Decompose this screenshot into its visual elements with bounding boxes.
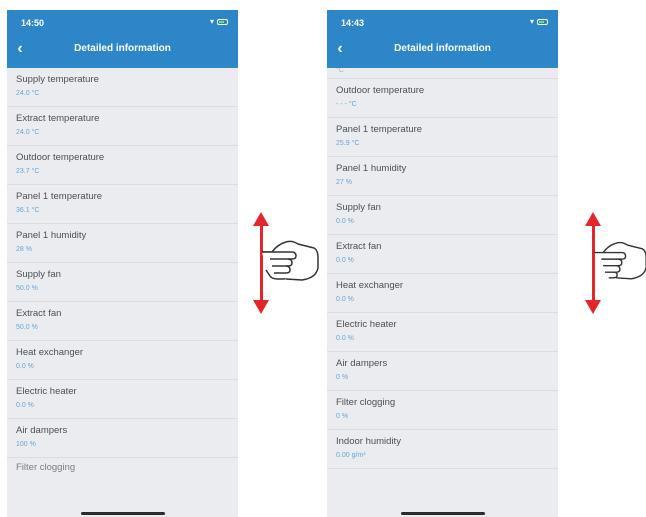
app-header: 14:43 ▾ ‹ Detailed information — [327, 10, 558, 68]
item-label: Heat exchanger — [16, 347, 84, 358]
item-value: 50.0 % — [16, 285, 38, 292]
item-value: 0.0 % — [16, 402, 34, 409]
item-value: 36.1 °C — [16, 207, 40, 214]
item-label: Heat exchanger — [336, 280, 404, 291]
item-value: 25.9 °C — [336, 140, 360, 147]
item-label: Extract temperature — [16, 113, 100, 124]
item-value: 24.0 °C — [16, 129, 40, 136]
item-value: 100 % — [16, 441, 36, 448]
list-item: Outdoor temperature 23.7 °C — [7, 146, 238, 185]
item-value: 0.0 % — [336, 257, 354, 264]
item-value: 0 % — [336, 374, 349, 381]
item-label: Indoor humidity — [336, 436, 401, 447]
arrow-down-icon — [585, 300, 601, 314]
item-label: Supply temperature — [16, 74, 99, 85]
page-title: Detailed information — [74, 43, 171, 54]
detail-list[interactable]: Supply temperature 24.0 °C Extract tempera… — [7, 68, 238, 472]
item-label: Extract fan — [336, 241, 382, 252]
item-label: Air dampers — [16, 425, 68, 436]
wifi-icon: ▾ — [529, 17, 534, 26]
wifi-icon: ▾ — [209, 17, 214, 26]
list-item: Supply fan 50.0 % — [7, 263, 238, 302]
item-label: Outdoor temperature — [336, 85, 425, 96]
item-value: 0.00 g/m³ — [336, 452, 366, 459]
list-item: Panel 1 humidity 28 % — [7, 224, 238, 263]
item-value: 23.7 °C — [16, 168, 40, 175]
list-item-partial: °C — [327, 68, 558, 79]
page-title: Detailed information — [394, 43, 491, 54]
swipe-hand-icon — [262, 240, 319, 281]
list-item: Heat exchanger 0.0 % — [7, 341, 238, 380]
item-value: 0.0 % — [16, 363, 34, 370]
home-indicator — [400, 512, 485, 515]
item-value: 28 % — [16, 246, 32, 253]
item-value: 27 % — [336, 179, 352, 186]
item-value: - - - °C — [336, 101, 357, 108]
item-value: 50.0 % — [16, 324, 38, 331]
item-label: Electric heater — [16, 386, 77, 397]
battery-icon — [537, 18, 548, 25]
status-icons: ▾ — [530, 17, 548, 26]
list-item: Electric heater 0.0 % — [327, 313, 558, 352]
status-time: 14:43 — [341, 18, 365, 28]
battery-icon — [217, 18, 228, 25]
list-item: Indoor humidity 0.00 g/m³ — [327, 430, 558, 469]
list-item: Electric heater 0.0 % — [7, 380, 238, 419]
item-label: Panel 1 temperature — [16, 191, 103, 202]
item-value: 0.0 % — [336, 296, 354, 303]
detail-list[interactable]: °C Outdoor temperature - - - °C Panel 1 tem… — [327, 68, 558, 469]
scroll-gesture-hint — [248, 212, 319, 314]
list-item: Outdoor temperature - - - °C — [327, 79, 558, 118]
home-indicator — [80, 512, 165, 515]
list-item: Extract fan 50.0 % — [7, 302, 238, 341]
scroll-gesture-hint — [580, 212, 646, 314]
list-item: Extract fan 0.0 % — [327, 235, 558, 274]
swipe-hand-icon — [593, 241, 646, 280]
item-label: Supply fan — [16, 269, 61, 280]
list-item-partial: Filter clogging — [16, 462, 76, 472]
item-label: Electric heater — [336, 319, 397, 330]
item-label: Panel 1 humidity — [336, 163, 407, 174]
list-item: Panel 1 humidity 27 % — [327, 157, 558, 196]
item-label: Supply fan — [336, 202, 381, 213]
left-phone-screen: 14:50 ▾ ‹ Detailed information Supply te… — [7, 10, 238, 517]
item-value: 0.0 % — [336, 218, 354, 225]
item-label: Panel 1 humidity — [16, 230, 87, 241]
list-item: Supply temperature 24.0 °C — [7, 68, 238, 107]
list-item: Filter clogging 0 % — [327, 391, 558, 430]
list-item: Air dampers 100 % — [7, 419, 238, 458]
item-value: 24.0 °C — [16, 90, 40, 97]
list-item: Extract temperature 24.0 °C — [7, 107, 238, 146]
item-value: 0.0 % — [336, 335, 354, 342]
status-time: 14:50 — [21, 18, 45, 28]
arrow-down-icon — [253, 300, 269, 314]
item-label: Panel 1 temperature — [336, 124, 423, 135]
list-item: Supply fan 0.0 % — [327, 196, 558, 235]
list-item: Panel 1 temperature 25.9 °C — [327, 118, 558, 157]
item-label: Filter clogging — [336, 397, 396, 408]
item-label: Extract fan — [16, 308, 62, 319]
list-item: Air dampers 0 % — [327, 352, 558, 391]
item-value: 0 % — [336, 413, 349, 420]
status-icons: ▾ — [210, 17, 228, 26]
list-item: Panel 1 temperature 36.1 °C — [7, 185, 238, 224]
app-header: 14:50 ▾ ‹ Detailed information — [7, 10, 238, 68]
item-label: Air dampers — [336, 358, 388, 369]
right-phone-screen: 14:43 ▾ ‹ Detailed information °C Outdoor… — [327, 10, 558, 517]
item-label: Outdoor temperature — [16, 152, 105, 163]
list-item: Heat exchanger 0.0 % — [327, 274, 558, 313]
